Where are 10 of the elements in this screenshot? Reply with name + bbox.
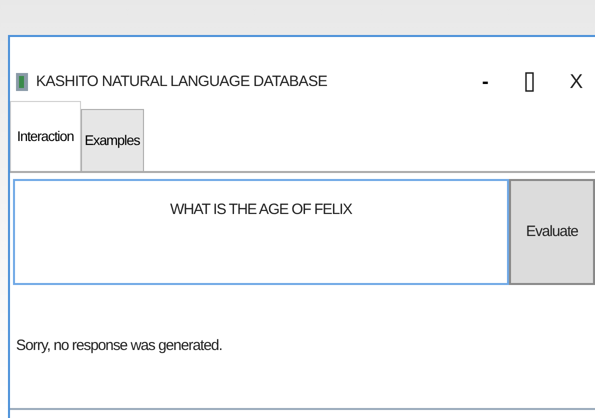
tab[interactable]: Interaction xyxy=(10,101,81,171)
window-title: KASHITO NATURAL LANGUAGE DATABASE xyxy=(36,72,328,92)
app-icon xyxy=(16,73,28,91)
maximize-icon[interactable] xyxy=(524,72,534,92)
close-button[interactable]: X xyxy=(570,67,583,97)
query-field[interactable]: WHAT IS THE AGE OF FELIX xyxy=(13,179,509,285)
evaluate-button[interactable]: Evaluate xyxy=(509,179,595,285)
response-text: Sorry, no response was generated. xyxy=(16,336,222,356)
minimize-button[interactable]: - xyxy=(482,67,489,97)
tab[interactable]: Examples xyxy=(80,109,144,171)
